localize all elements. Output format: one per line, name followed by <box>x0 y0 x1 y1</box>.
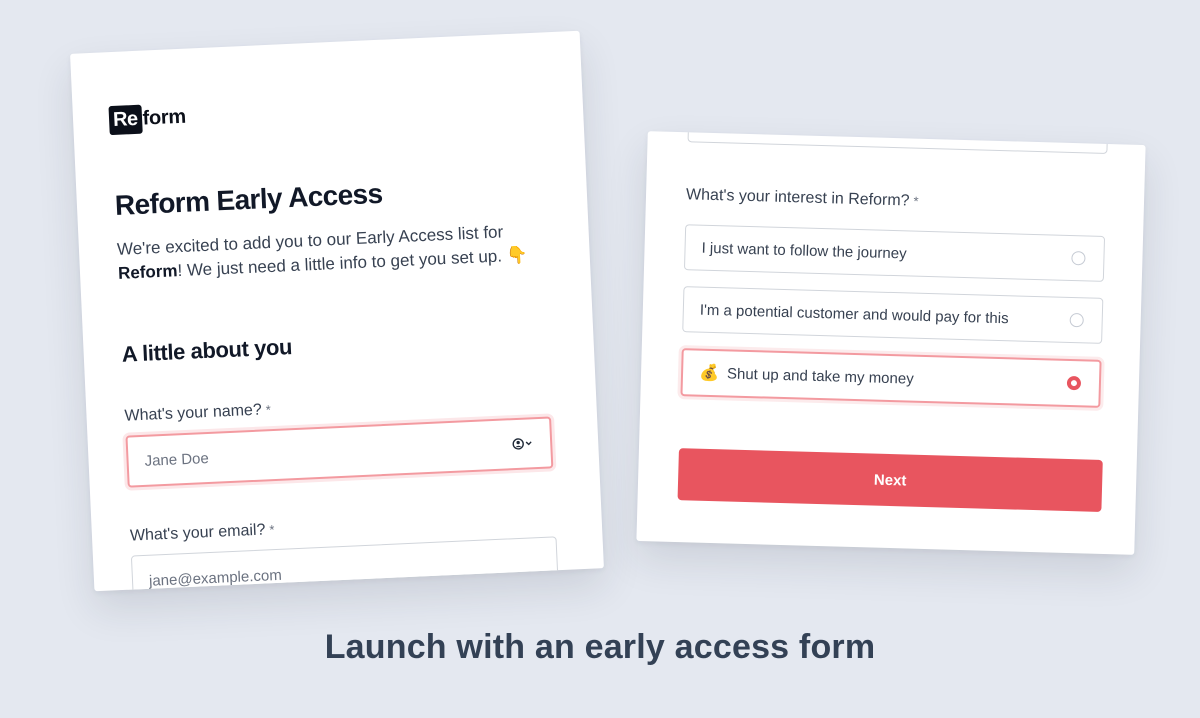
radio-button-selected[interactable] <box>1066 375 1082 391</box>
required-asterisk: * <box>265 402 272 418</box>
logo-mark: Re <box>108 104 143 136</box>
marketing-caption: Launch with an early access form <box>324 628 876 666</box>
email-label: What's your email? * <box>130 521 275 546</box>
required-asterisk: * <box>269 522 275 538</box>
required-asterisk: * <box>913 193 919 209</box>
option-label: I'm a potential customer and would pay f… <box>699 301 1009 327</box>
name-input[interactable]: Jane Doe <box>125 416 554 488</box>
reform-logo: Re form <box>108 103 187 136</box>
radio-button[interactable] <box>1069 312 1084 328</box>
contact-autofill-icon[interactable] <box>512 437 535 450</box>
option-label: Shut up and take my money <box>726 364 914 388</box>
interest-question-text: What's your interest in Reform? <box>685 186 910 210</box>
form-intro: We're excited to add you to our Early Ac… <box>116 218 548 285</box>
email-label-text: What's your email? <box>129 521 266 545</box>
interest-form-card: What's your interest in Reform? * I just … <box>636 131 1146 555</box>
pointing-down-emoji: 👇 <box>506 245 529 266</box>
name-label: What's your name? * <box>124 401 271 426</box>
intro-bold: Reform <box>117 261 178 283</box>
money-bag-icon: 💰 <box>698 364 720 383</box>
previous-input-edge <box>687 131 1109 154</box>
form-title: Reform Early Access <box>114 177 384 221</box>
early-access-form-card: Re form Reform Early Access We're excite… <box>70 30 604 592</box>
email-placeholder: jane@example.com <box>148 566 283 590</box>
next-button[interactable]: Next <box>677 448 1103 512</box>
interest-option-take-money[interactable]: 💰 Shut up and take my money <box>680 348 1102 408</box>
interest-option-customer[interactable]: I'm a potential customer and would pay f… <box>682 286 1104 344</box>
option-label: I just want to follow the journey <box>701 239 907 262</box>
interest-option-follow[interactable]: I just want to follow the journey <box>683 224 1106 282</box>
interest-question-label: What's your interest in Reform? * <box>686 186 919 210</box>
logo-text: form <box>142 105 187 130</box>
radio-button[interactable] <box>1071 251 1086 266</box>
email-input[interactable]: jane@example.com <box>130 536 559 592</box>
section-heading: A little about you <box>121 334 293 367</box>
name-label-text: What's your name? <box>124 401 263 425</box>
name-placeholder: Jane Doe <box>144 449 210 470</box>
